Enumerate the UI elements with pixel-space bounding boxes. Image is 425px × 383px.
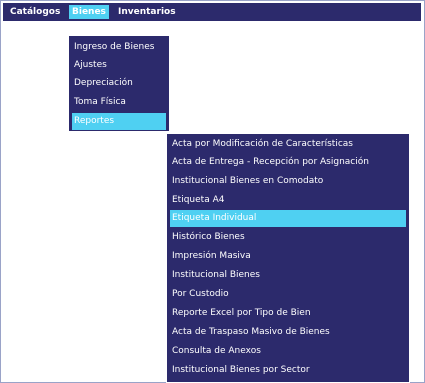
menu-item-por-custodio[interactable]: Por Custodio bbox=[170, 286, 406, 303]
menu-catalogos[interactable]: Catálogos bbox=[7, 5, 63, 19]
menu-item-impresion-masiva[interactable]: Impresión Masiva bbox=[170, 248, 406, 265]
menu-item-institucional-bienes-comodato[interactable]: Institucional Bienes en Comodato bbox=[170, 173, 406, 190]
menu-item-acta-traspaso-masivo[interactable]: Acta de Traspaso Masivo de Bienes bbox=[170, 324, 406, 341]
menu-item-etiqueta-a4[interactable]: Etiqueta A4 bbox=[170, 192, 406, 209]
reportes-submenu: Acta por Modificación de Características… bbox=[166, 133, 410, 383]
menu-item-consulta-anexos[interactable]: Consulta de Anexos bbox=[170, 343, 406, 360]
menu-item-reporte-excel-tipo-bien[interactable]: Reporte Excel por Tipo de Bien bbox=[170, 305, 406, 322]
menu-item-acta-modificacion-caracteristicas[interactable]: Acta por Modificación de Características bbox=[170, 136, 406, 153]
menu-item-reportes[interactable]: Reportes bbox=[72, 113, 166, 130]
menu-item-ingreso-de-bienes[interactable]: Ingreso de Bienes bbox=[72, 39, 166, 56]
menu-bar: Catálogos Bienes Inventarios bbox=[3, 3, 421, 21]
menu-item-etiqueta-individual[interactable]: Etiqueta Individual bbox=[170, 210, 406, 227]
menu-item-ajustes[interactable]: Ajustes bbox=[72, 57, 166, 74]
menu-inventarios[interactable]: Inventarios bbox=[115, 5, 179, 19]
menu-item-depreciacion[interactable]: Depreciación bbox=[72, 75, 166, 92]
menu-item-historico-bienes[interactable]: Histórico Bienes bbox=[170, 229, 406, 246]
menu-item-toma-fisica[interactable]: Toma Física bbox=[72, 94, 166, 111]
menu-item-institucional-bienes[interactable]: Institucional Bienes bbox=[170, 267, 406, 284]
menu-item-institucional-bienes-sector[interactable]: Institucional Bienes por Sector bbox=[170, 362, 406, 379]
bienes-dropdown: Ingreso de Bienes Ajustes Depreciación T… bbox=[68, 35, 170, 132]
menu-item-acta-entrega-recepcion-asignacion[interactable]: Acta de Entrega - Recepción por Asignaci… bbox=[170, 154, 406, 171]
menu-bienes[interactable]: Bienes bbox=[69, 5, 109, 19]
